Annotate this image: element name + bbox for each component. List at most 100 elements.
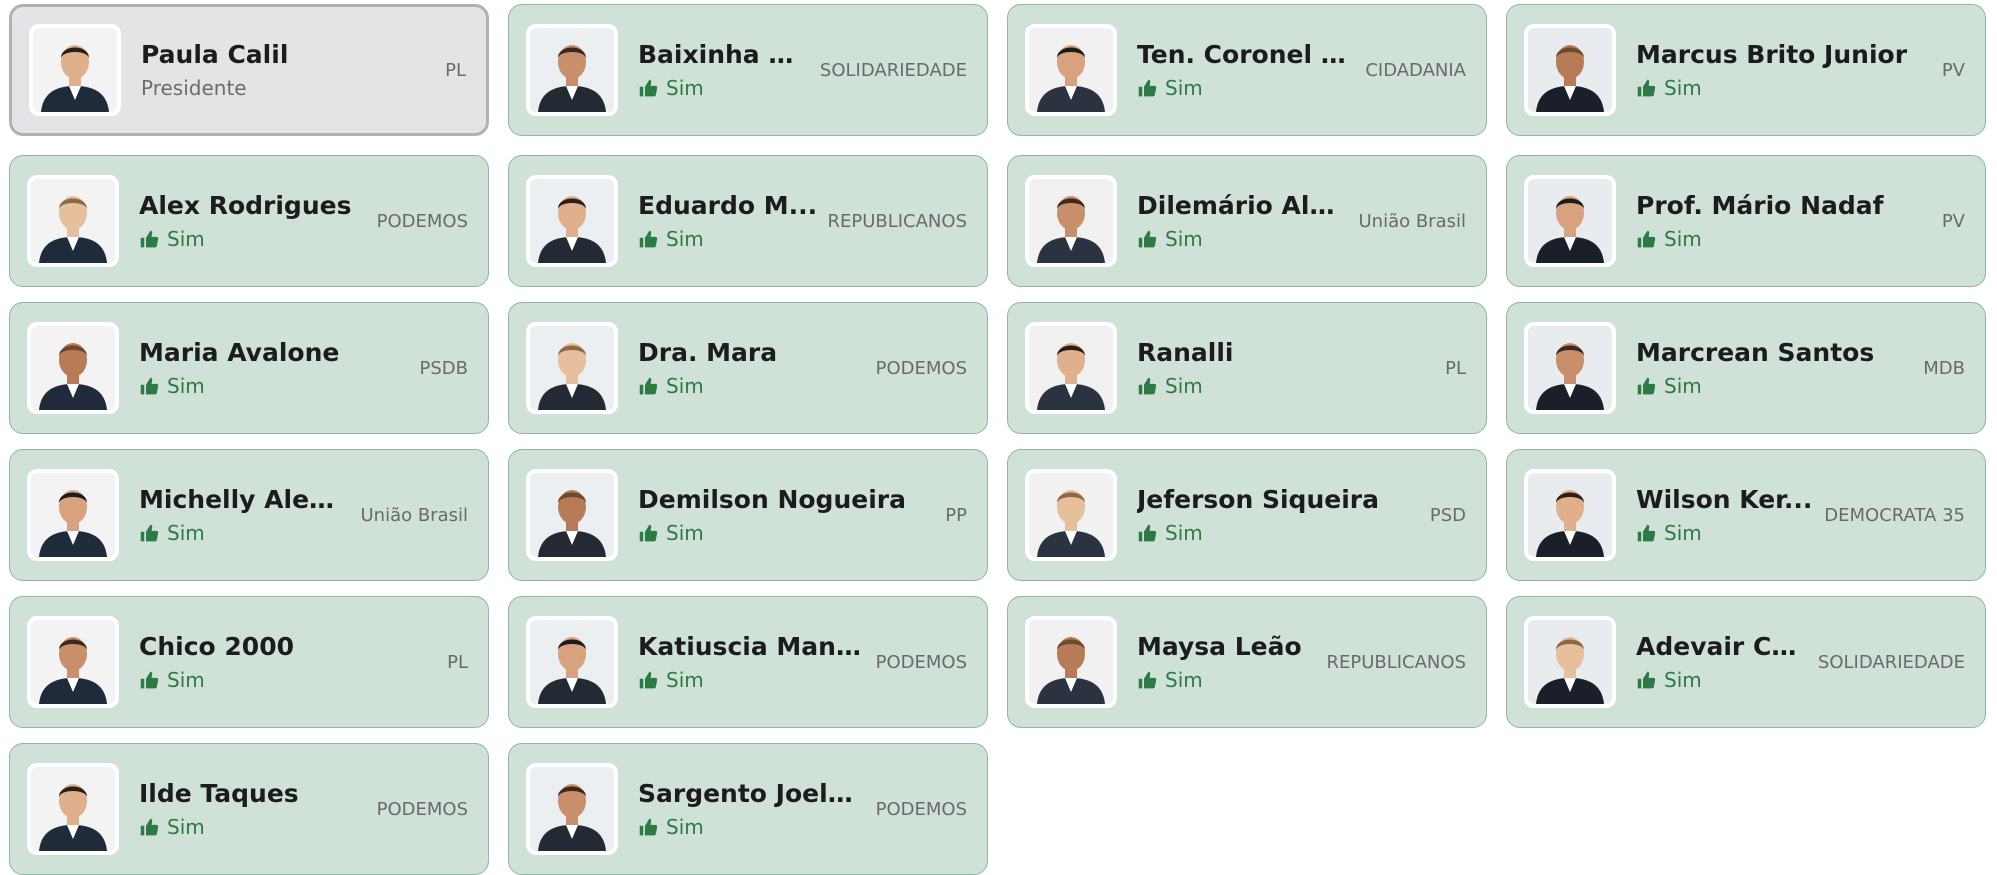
thumbs-up-icon bbox=[1138, 377, 1157, 394]
member-card[interactable]: Maria Avalone Sim PSDB bbox=[9, 302, 489, 434]
member-card[interactable]: Alex Rodrigues Sim PODEMOS bbox=[9, 155, 489, 287]
member-photo bbox=[29, 24, 121, 116]
vote-status: Sim bbox=[1636, 373, 1913, 399]
party-label: PSD bbox=[1429, 504, 1466, 526]
member-photo bbox=[1025, 469, 1117, 561]
member-card[interactable]: Prof. Mário Nadaf Sim PV bbox=[1506, 155, 1986, 287]
member-card[interactable]: Adevair Ca... Sim SOLIDARIEDADE bbox=[1506, 596, 1986, 728]
member-info: Ranalli Sim bbox=[1137, 337, 1435, 399]
party-label: PODEMOS bbox=[376, 210, 468, 232]
member-name: Baixinha Gi... bbox=[638, 40, 810, 69]
member-info: Wilson Ker... Sim bbox=[1636, 484, 1814, 546]
vote-label: Sim bbox=[167, 815, 205, 839]
vote-status: Sim bbox=[638, 520, 935, 546]
member-info: Maysa Leão Sim bbox=[1137, 631, 1316, 693]
member-name: Marcrean Santos bbox=[1636, 338, 1875, 367]
vote-status: Sim bbox=[139, 226, 367, 252]
member-name: Ranalli bbox=[1137, 338, 1234, 367]
vote-status: Sim bbox=[1137, 226, 1348, 252]
member-photo bbox=[1025, 322, 1117, 414]
member-card[interactable]: Demilson Nogueira Sim PP bbox=[508, 449, 988, 581]
vote-status: Sim bbox=[1137, 373, 1435, 399]
member-card[interactable]: Ten. Coronel D... Sim CIDADANIA bbox=[1007, 4, 1487, 136]
member-card[interactable]: Chico 2000 Sim PL bbox=[9, 596, 489, 728]
vote-status: Sim bbox=[1636, 520, 1814, 546]
thumbs-up-icon bbox=[140, 230, 159, 247]
vote-status: Sim bbox=[1137, 520, 1420, 546]
vote-label: Sim bbox=[1165, 374, 1203, 398]
member-name: Alex Rodrigues bbox=[139, 191, 352, 220]
member-info: Jeferson Siqueira Sim bbox=[1137, 484, 1420, 546]
member-photo bbox=[526, 322, 618, 414]
thumbs-up-icon bbox=[639, 524, 658, 541]
member-card-president[interactable]: Paula Calil Presidente PL bbox=[9, 4, 489, 136]
member-name: Wilson Ker... bbox=[1636, 485, 1813, 514]
party-label: PP bbox=[945, 504, 967, 526]
vote-status: Sim bbox=[638, 226, 817, 252]
party-label: PV bbox=[1941, 59, 1965, 81]
member-card[interactable]: Wilson Ker... Sim DEMOCRATA 35 bbox=[1506, 449, 1986, 581]
member-card[interactable]: Ilde Taques Sim PODEMOS bbox=[9, 743, 489, 875]
member-card[interactable]: Marcus Brito Junior Sim PV bbox=[1506, 4, 1986, 136]
member-photo bbox=[1524, 322, 1616, 414]
member-info: Dilemário Ale... Sim bbox=[1137, 190, 1348, 252]
thumbs-up-icon bbox=[1637, 524, 1656, 541]
party-label: PODEMOS bbox=[376, 798, 468, 820]
member-card[interactable]: Dilemário Ale... Sim União Brasil bbox=[1007, 155, 1487, 287]
thumbs-up-icon bbox=[1637, 377, 1656, 394]
member-info: Michelly Alencar Sim bbox=[139, 484, 350, 546]
member-photo bbox=[526, 24, 618, 116]
member-info: Paula Calil Presidente bbox=[141, 39, 435, 101]
vote-status: Sim bbox=[1636, 226, 1932, 252]
member-photo bbox=[1524, 469, 1616, 561]
member-name: Michelly Alencar bbox=[139, 485, 351, 514]
thumbs-up-icon bbox=[140, 524, 159, 541]
thumbs-up-icon bbox=[639, 671, 658, 688]
member-name: Maysa Leão bbox=[1137, 632, 1302, 661]
member-info: Chico 2000 Sim bbox=[139, 631, 437, 693]
thumbs-up-icon bbox=[1637, 79, 1656, 96]
member-photo bbox=[27, 175, 119, 267]
member-card[interactable]: Sargento Joelson Sim PODEMOS bbox=[508, 743, 988, 875]
vote-status: Sim bbox=[638, 814, 866, 840]
member-info: Ilde Taques Sim bbox=[139, 778, 367, 840]
vote-label: Sim bbox=[1664, 76, 1702, 100]
member-photo bbox=[1025, 24, 1117, 116]
thumbs-up-icon bbox=[639, 377, 658, 394]
member-card[interactable]: Michelly Alencar Sim União Brasil bbox=[9, 449, 489, 581]
member-name: Maria Avalone bbox=[139, 338, 340, 367]
member-name: Demilson Nogueira bbox=[638, 485, 906, 514]
party-label: SOLIDARIEDADE bbox=[819, 59, 967, 81]
party-label: PV bbox=[1941, 210, 1965, 232]
member-card[interactable]: Ranalli Sim PL bbox=[1007, 302, 1487, 434]
member-card[interactable]: Eduardo M... Sim REPUBLICANOS bbox=[508, 155, 988, 287]
member-info: Ten. Coronel D... Sim bbox=[1137, 39, 1355, 101]
party-label: União Brasil bbox=[1358, 210, 1466, 232]
member-photo bbox=[1524, 616, 1616, 708]
member-name: Paula Calil bbox=[141, 40, 289, 69]
member-photo bbox=[27, 763, 119, 855]
member-photo bbox=[1025, 616, 1117, 708]
member-info: Demilson Nogueira Sim bbox=[638, 484, 935, 546]
member-photo bbox=[27, 616, 119, 708]
member-card[interactable]: Maysa Leão Sim REPUBLICANOS bbox=[1007, 596, 1487, 728]
party-label: PODEMOS bbox=[875, 357, 967, 379]
member-name: Prof. Mário Nadaf bbox=[1636, 191, 1884, 220]
member-card[interactable]: Marcrean Santos Sim MDB bbox=[1506, 302, 1986, 434]
member-card[interactable]: Dra. Mara Sim PODEMOS bbox=[508, 302, 988, 434]
member-card[interactable]: Baixinha Gi... Sim SOLIDARIEDADE bbox=[508, 4, 988, 136]
member-info: Marcrean Santos Sim bbox=[1636, 337, 1913, 399]
vote-status: Sim bbox=[1636, 75, 1932, 101]
party-label: União Brasil bbox=[360, 504, 468, 526]
member-name: Dilemário Ale... bbox=[1137, 191, 1349, 220]
member-card[interactable]: Katiuscia Manteli Sim PODEMOS bbox=[508, 596, 988, 728]
party-label: PODEMOS bbox=[875, 798, 967, 820]
member-card[interactable]: Jeferson Siqueira Sim PSD bbox=[1007, 449, 1487, 581]
member-name: Chico 2000 bbox=[139, 632, 294, 661]
member-name: Marcus Brito Junior bbox=[1636, 40, 1908, 69]
thumbs-up-icon bbox=[1138, 230, 1157, 247]
party-label: CIDADANIA bbox=[1365, 59, 1466, 81]
party-label: PSDB bbox=[419, 357, 469, 379]
member-info: Katiuscia Manteli Sim bbox=[638, 631, 866, 693]
party-label: REPUBLICANOS bbox=[827, 210, 967, 232]
